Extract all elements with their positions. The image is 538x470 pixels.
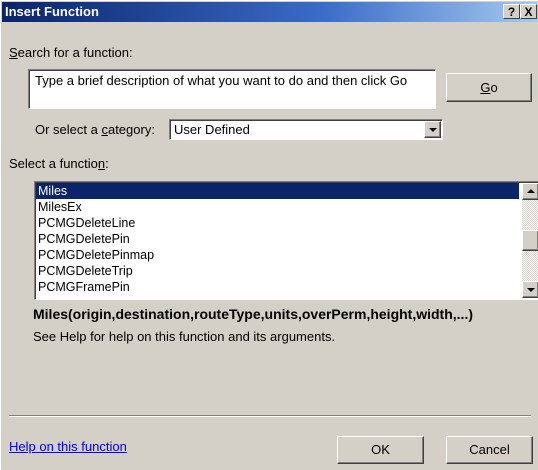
scroll-thumb[interactable] bbox=[522, 230, 538, 251]
list-item[interactable]: MilesEx bbox=[36, 199, 519, 215]
help-icon[interactable]: ? bbox=[503, 4, 520, 19]
go-button[interactable]: Go bbox=[446, 73, 532, 102]
chevron-down-icon bbox=[527, 288, 535, 292]
scroll-down-button[interactable] bbox=[522, 281, 538, 298]
chevron-up-icon bbox=[527, 189, 535, 193]
list-item[interactable]: PCMGFramePin bbox=[36, 279, 519, 295]
category-dropdown-button[interactable] bbox=[424, 121, 441, 138]
function-list-label: Select a function: bbox=[9, 156, 109, 171]
dialog-title: Insert Function bbox=[5, 4, 99, 19]
category-value: User Defined bbox=[174, 122, 250, 137]
list-item[interactable]: PCMGDeleteLine bbox=[36, 215, 519, 231]
list-item[interactable]: PCMGDeleteTrip bbox=[36, 263, 519, 279]
function-list-scrollbar[interactable] bbox=[522, 183, 538, 298]
list-item[interactable]: Miles bbox=[36, 183, 519, 199]
category-select[interactable]: User Defined bbox=[169, 119, 443, 140]
insert-function-dialog: Insert Function ? X Search for a functio… bbox=[0, 0, 538, 470]
search-label: Search for a function: bbox=[9, 45, 133, 60]
function-description: See Help for help on this function and i… bbox=[33, 329, 336, 344]
scroll-up-button[interactable] bbox=[522, 183, 538, 200]
chevron-down-icon bbox=[429, 128, 437, 132]
function-syntax: Miles(origin,destination,routeType,units… bbox=[33, 306, 473, 322]
search-input[interactable]: Type a brief description of what you wan… bbox=[28, 69, 436, 109]
cancel-button[interactable]: Cancel bbox=[446, 436, 533, 464]
category-label: Or select a category: bbox=[35, 122, 155, 137]
ok-button[interactable]: OK bbox=[337, 436, 424, 464]
list-item[interactable]: PCMGDeletePinmap bbox=[36, 247, 519, 263]
divider bbox=[9, 415, 531, 417]
function-list[interactable]: Miles MilesEx PCMGDeleteLine PCMGDeleteP… bbox=[34, 181, 538, 300]
close-icon[interactable]: X bbox=[520, 4, 537, 19]
help-on-function-link[interactable]: Help on this function bbox=[9, 439, 127, 454]
title-bar[interactable]: Insert Function bbox=[2, 2, 538, 22]
list-item[interactable]: PCMGDeletePin bbox=[36, 231, 519, 247]
